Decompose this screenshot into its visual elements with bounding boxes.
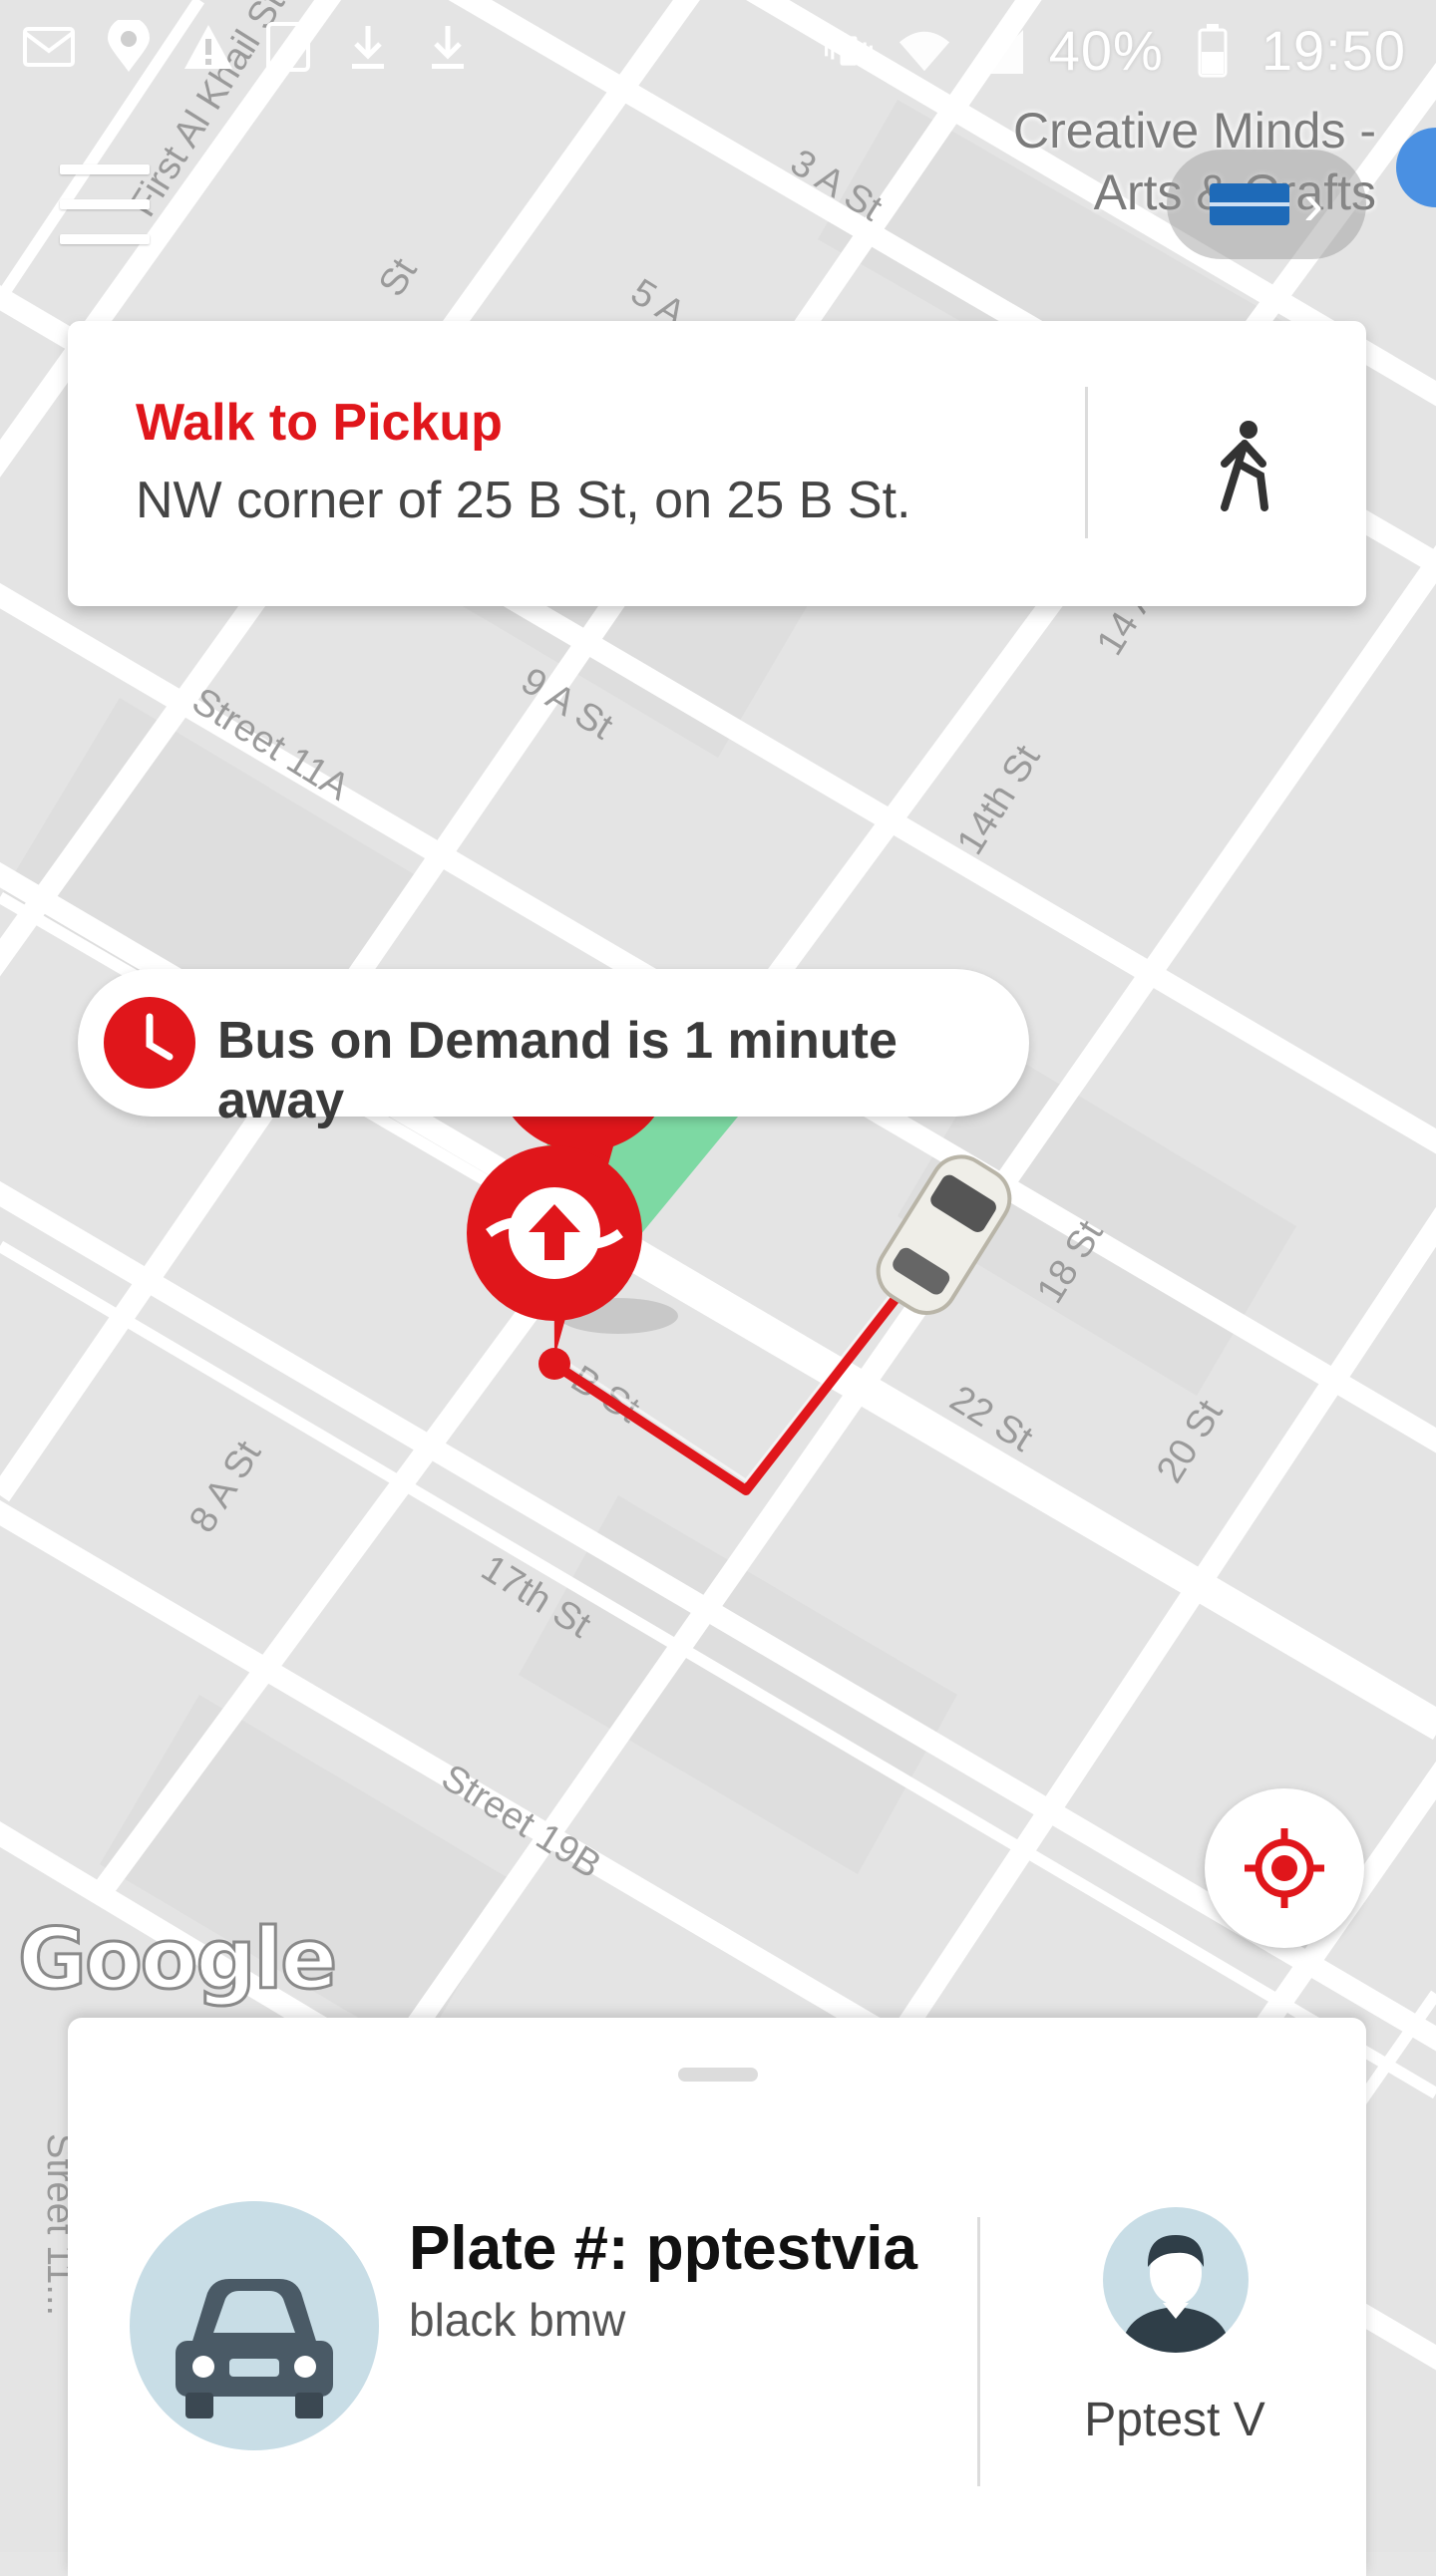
person-icon — [1121, 2235, 1231, 2353]
clock-icon — [104, 997, 195, 1089]
walk-to-pickup-card[interactable]: Walk to Pickup NW corner of 25 B St, on … — [68, 321, 1366, 606]
target-icon — [1245, 1828, 1324, 1908]
plate-number: Plate #: pptestvia — [409, 2214, 917, 2283]
car-icon — [176, 2279, 333, 2418]
menu-icon — [60, 164, 150, 174]
transit-layer-icon — [1210, 183, 1289, 225]
location-pin-icon — [102, 20, 156, 74]
vehicle-description: black bmw — [409, 2294, 626, 2346]
walking-person-icon[interactable] — [1195, 416, 1294, 515]
driver-name: Pptest V — [1084, 2394, 1265, 2446]
screenshot-icon — [261, 20, 315, 74]
download-icon — [341, 20, 395, 74]
eta-text: Bus on Demand is 1 minute away — [217, 1012, 898, 1129]
warning-icon — [181, 20, 235, 74]
driver-avatar[interactable] — [1103, 2207, 1249, 2353]
signal-icon — [973, 24, 1027, 78]
eta-banner: Bus on Demand is 1 minute away — [78, 969, 1029, 1129]
status-bar: 40% 19:50 — [0, 0, 1436, 100]
vehicle-avatar — [130, 2201, 379, 2450]
menu-button[interactable] — [60, 164, 150, 244]
download-icon — [421, 20, 475, 74]
notification-icons — [22, 20, 475, 74]
battery-icon — [1186, 23, 1240, 78]
battery-percent: 40% — [1048, 19, 1164, 82]
divider — [977, 2217, 980, 2486]
vibrate-icon — [822, 24, 876, 78]
clock-time: 19:50 — [1260, 19, 1406, 82]
layer-toggle-button[interactable]: › — [1167, 150, 1366, 259]
wifi-icon — [898, 24, 951, 78]
ride-details-sheet[interactable]: Plate #: pptestvia black bmw Pptest V — [68, 2018, 1366, 2576]
walk-title: Walk to Pickup — [136, 394, 503, 452]
my-location-button[interactable] — [1205, 1788, 1364, 1948]
system-icons: 40% 19:50 — [822, 18, 1406, 83]
mail-icon — [22, 20, 76, 74]
pickup-location: NW corner of 25 B St, on 25 B St. — [136, 472, 911, 529]
chevron-right-icon: › — [1303, 170, 1323, 237]
divider — [1085, 387, 1088, 538]
google-attribution-logo: Google — [16, 1909, 338, 2010]
drag-handle[interactable] — [678, 2068, 758, 2082]
